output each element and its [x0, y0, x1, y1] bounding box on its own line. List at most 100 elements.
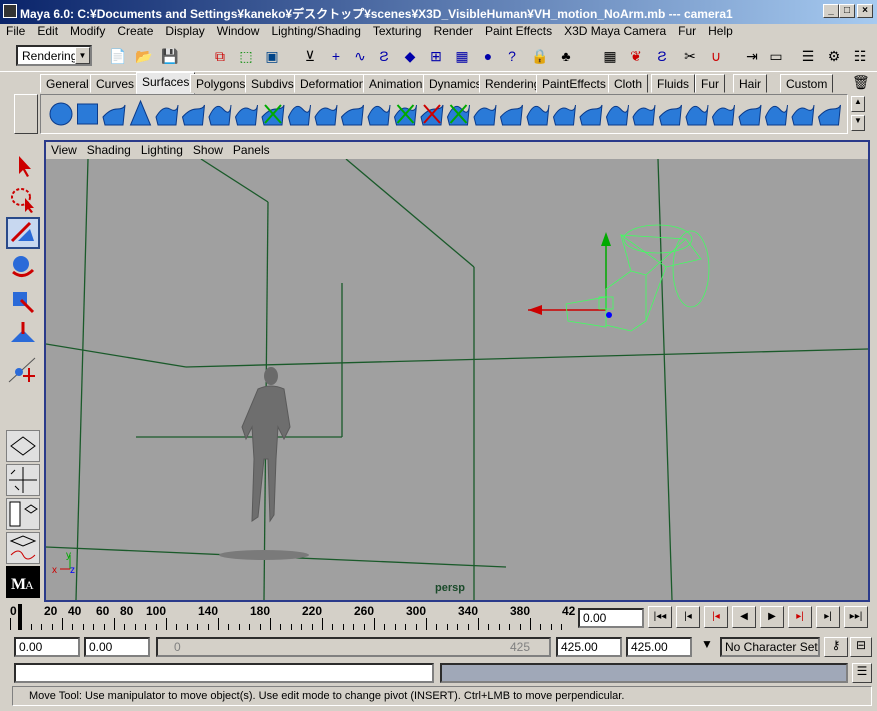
shelf-tab-animation[interactable]: Animation — [363, 74, 429, 93]
menu-file[interactable]: File — [0, 22, 31, 40]
panel-menu-shading[interactable]: Shading — [82, 142, 136, 158]
animation-prefs-icon[interactable]: ⊟ — [850, 637, 872, 657]
make-live-icon[interactable]: ⊞ — [426, 46, 446, 66]
untrim-icon[interactable] — [499, 104, 523, 126]
render-icon[interactable]: ❦ — [626, 46, 646, 66]
input-line-icon[interactable]: ⇥ — [742, 46, 762, 66]
shelf-tab-deformation[interactable]: Deformation — [294, 74, 372, 93]
menu-fur[interactable]: Fur — [672, 22, 702, 40]
shelf-tab-hair[interactable]: Hair — [733, 74, 768, 93]
trash-icon[interactable]: 🗑 — [852, 74, 870, 91]
render-settings-icon[interactable]: ✂ — [680, 46, 700, 66]
select-object-icon[interactable]: ⬚ — [236, 46, 256, 66]
cube-icon[interactable] — [77, 103, 98, 125]
play-backwards-icon[interactable]: ◀ — [732, 606, 756, 628]
menu-window[interactable]: Window — [211, 22, 266, 40]
single-perspective-layout-icon[interactable] — [6, 430, 40, 462]
open-scene-icon[interactable]: 📂 — [134, 46, 154, 66]
menu-display[interactable]: Display — [159, 22, 210, 40]
sculpt-icon[interactable]: ♣ — [556, 46, 576, 66]
shelf-tab-painteffects[interactable]: PaintEffects — [536, 74, 612, 93]
channel-box-icon[interactable]: ☷ — [850, 46, 870, 66]
menu-edit[interactable]: Edit — [31, 22, 64, 40]
square-icon[interactable] — [367, 104, 391, 126]
snap-grid-icon[interactable]: + — [326, 46, 346, 66]
character-set-field[interactable]: No Character Set — [720, 637, 820, 657]
go-to-end-icon[interactable]: ▸▸| — [844, 606, 868, 628]
ipr-icon[interactable]: Ƨ — [652, 46, 672, 66]
rotate-tool-icon[interactable] — [6, 251, 40, 283]
shelf-tab-fluids[interactable]: Fluids — [651, 74, 696, 93]
shelf-tab-polygons[interactable]: Polygons — [190, 74, 252, 93]
camera1[interactable] — [528, 224, 710, 332]
range-slider[interactable]: 0 425 — [156, 637, 551, 657]
time-slider[interactable]: 0 20 40 60 80 100 140 180 220 260 300 340 380 42 — [10, 604, 575, 632]
menu-lighting-shading[interactable]: Lighting/Shading — [265, 22, 366, 40]
extrude-icon[interactable] — [287, 104, 311, 126]
reverse-icon[interactable] — [738, 104, 762, 126]
step-forward-frame-icon[interactable]: ▸| — [788, 606, 812, 628]
render-grid-icon[interactable]: ▦ — [600, 46, 620, 66]
end-time-field[interactable]: 425.00 — [626, 637, 692, 657]
boundary-icon[interactable] — [340, 104, 364, 126]
minimize-button[interactable]: _ — [823, 4, 839, 18]
detach-icon[interactable] — [552, 104, 576, 126]
snap-point-icon[interactable]: Ƨ — [374, 46, 394, 66]
shelf-tab-dynamics[interactable]: Dynamics — [423, 74, 488, 93]
snap-curve-icon[interactable]: ∿ — [350, 46, 370, 66]
torus-icon[interactable] — [181, 104, 205, 126]
shelf-tab-curves[interactable]: Curves — [90, 74, 141, 93]
human-figure[interactable] — [219, 367, 309, 560]
command-line-input[interactable] — [14, 663, 434, 683]
filter-icon[interactable]: ⊻ — [300, 46, 320, 66]
menu-modify[interactable]: Modify — [64, 22, 111, 40]
save-scene-icon[interactable]: 💾 — [160, 46, 180, 66]
start-time-field[interactable]: 0.00 — [14, 637, 80, 657]
insert-isoparm-icon[interactable] — [632, 104, 656, 126]
attribute-editor-icon[interactable]: ☰ — [798, 46, 818, 66]
trim-icon[interactable] — [473, 104, 497, 126]
shelf-tab-custom[interactable]: Custom — [780, 74, 834, 93]
plane-icon[interactable] — [155, 104, 179, 126]
help-query-icon[interactable]: ? — [502, 46, 522, 66]
scale-tool-icon[interactable] — [6, 285, 40, 317]
auto-key-icon[interactable]: ⚷ — [824, 637, 848, 657]
menu-x3d-maya-camera[interactable]: X3D Maya Camera — [558, 22, 672, 40]
panel-menu-lighting[interactable]: Lighting — [136, 142, 188, 158]
shelf-scroll-up[interactable]: ▲ — [851, 96, 865, 112]
shelf-scroll-down[interactable]: ▼ — [851, 115, 865, 131]
attach-icon[interactable] — [526, 104, 550, 126]
move-tool-icon[interactable] — [6, 217, 40, 249]
playback-end-field[interactable]: 425.00 — [556, 637, 622, 657]
chevron-down-icon[interactable]: ▼ — [75, 47, 90, 64]
extend-icon[interactable] — [658, 104, 682, 126]
go-to-start-icon[interactable]: |◂◂ — [648, 606, 672, 628]
sphere-icon[interactable] — [49, 102, 73, 126]
maya-app-icon[interactable] — [3, 4, 17, 18]
revolve-icon[interactable] — [208, 104, 232, 126]
sculpt-icon[interactable] — [764, 104, 788, 126]
menu-texturing[interactable]: Texturing — [367, 22, 428, 40]
select-hierarchy-icon[interactable]: ⧉ — [210, 46, 230, 66]
menuset-select[interactable]: Rendering ▼ — [16, 45, 92, 66]
panel-menu-view[interactable]: View — [46, 142, 82, 158]
lock-icon[interactable]: 🔒 — [530, 46, 550, 66]
step-back-key-icon[interactable]: |◂ — [676, 606, 700, 628]
hypershade-icon[interactable]: ∪ — [706, 46, 726, 66]
birail-icon[interactable] — [314, 104, 338, 126]
select-tool-icon[interactable] — [6, 149, 40, 181]
paint-select-icon[interactable] — [791, 104, 815, 126]
graph-layout-icon[interactable] — [6, 532, 40, 564]
scene-svg[interactable]: y x z persp — [46, 159, 868, 600]
intersect-icon[interactable] — [446, 104, 470, 126]
shelf-tab-cloth[interactable]: Cloth — [608, 74, 649, 93]
maya-logo-icon[interactable]: MA — [6, 566, 40, 598]
play-forwards-icon[interactable]: ▶ — [760, 606, 784, 628]
menu-create[interactable]: Create — [111, 22, 159, 40]
shelf-tab-fur[interactable]: Fur — [695, 74, 725, 93]
panel-menu-panels[interactable]: Panels — [228, 142, 275, 158]
planar-icon[interactable] — [261, 104, 285, 126]
open-close-icon[interactable] — [605, 104, 629, 126]
manipulator-tool-icon[interactable] — [6, 319, 40, 351]
chevron-down-icon[interactable]: ▼ — [696, 637, 718, 657]
